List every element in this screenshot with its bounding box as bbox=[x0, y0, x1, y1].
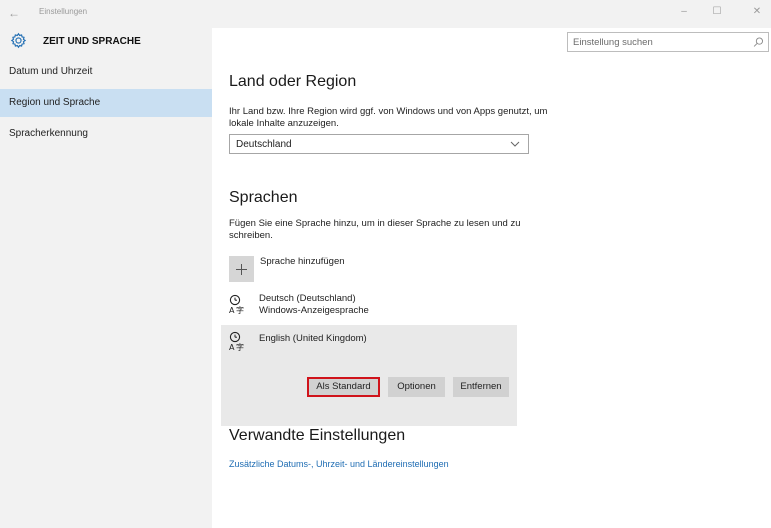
gear-icon bbox=[10, 32, 27, 49]
additional-date-time-region-link[interactable]: Zusätzliche Datums-, Uhrzeit- und Länder… bbox=[229, 458, 449, 470]
sidebar-item-speech[interactable]: Spracherkennung bbox=[0, 120, 212, 148]
language-subtitle: Windows-Anzeigesprache bbox=[259, 305, 369, 316]
main-content: Land oder Region Ihr Land bzw. Ihre Regi… bbox=[221, 28, 759, 528]
add-language-button[interactable]: Sprache hinzufügen bbox=[229, 256, 429, 282]
sidebar-item-region-language[interactable]: Region und Sprache bbox=[0, 89, 212, 117]
language-icon: A 字 bbox=[229, 331, 244, 351]
section-title: ZEIT UND SPRACHE bbox=[43, 36, 141, 47]
language-item-german[interactable]: A 字 Deutsch (Deutschland) Windows-Anzeig… bbox=[229, 292, 529, 322]
language-icon: A 字 bbox=[229, 294, 244, 314]
languages-description: Fügen Sie eine Sprache hinzu, um in dies… bbox=[229, 218, 521, 241]
region-heading: Land oder Region bbox=[229, 73, 357, 90]
title-bar: ← Einstellungen – ☐ ✕ bbox=[0, 0, 771, 28]
add-language-label: Sprache hinzufügen bbox=[260, 256, 345, 267]
plus-icon bbox=[229, 256, 254, 282]
maximize-button[interactable]: ☐ bbox=[707, 4, 727, 20]
window-title: Einstellungen bbox=[39, 7, 88, 16]
options-button[interactable]: Optionen bbox=[388, 377, 445, 397]
chevron-down-icon bbox=[510, 141, 520, 147]
settings-window: ← Einstellungen – ☐ ✕ ZEIT UND SPRACHE D… bbox=[0, 0, 771, 528]
svg-text:A: A bbox=[229, 306, 235, 314]
sidebar: ZEIT UND SPRACHE Datum und Uhrzeit Regio… bbox=[0, 28, 212, 528]
svg-text:字: 字 bbox=[236, 305, 244, 314]
minimize-button[interactable]: – bbox=[674, 4, 694, 20]
language-name: Deutsch (Deutschland) bbox=[259, 293, 356, 304]
language-name: English (United Kingdom) bbox=[259, 333, 367, 344]
set-default-button[interactable]: Als Standard bbox=[307, 377, 380, 397]
remove-button[interactable]: Entfernen bbox=[453, 377, 509, 397]
back-button[interactable]: ← bbox=[6, 4, 22, 22]
sidebar-header: ZEIT UND SPRACHE bbox=[0, 28, 212, 54]
region-description: Ihr Land bzw. Ihre Region wird ggf. von … bbox=[229, 106, 548, 129]
language-item-english-selected[interactable]: A 字 English (United Kingdom) Als Standar… bbox=[221, 325, 517, 426]
country-dropdown[interactable]: Deutschland bbox=[229, 134, 529, 154]
languages-heading: Sprachen bbox=[229, 189, 298, 206]
country-dropdown-value: Deutschland bbox=[236, 139, 292, 150]
svg-text:A: A bbox=[229, 343, 235, 351]
related-settings-heading: Verwandte Einstellungen bbox=[229, 427, 406, 444]
close-button[interactable]: ✕ bbox=[747, 4, 767, 20]
sidebar-item-date-time[interactable]: Datum und Uhrzeit bbox=[0, 58, 212, 86]
svg-text:字: 字 bbox=[236, 342, 244, 351]
